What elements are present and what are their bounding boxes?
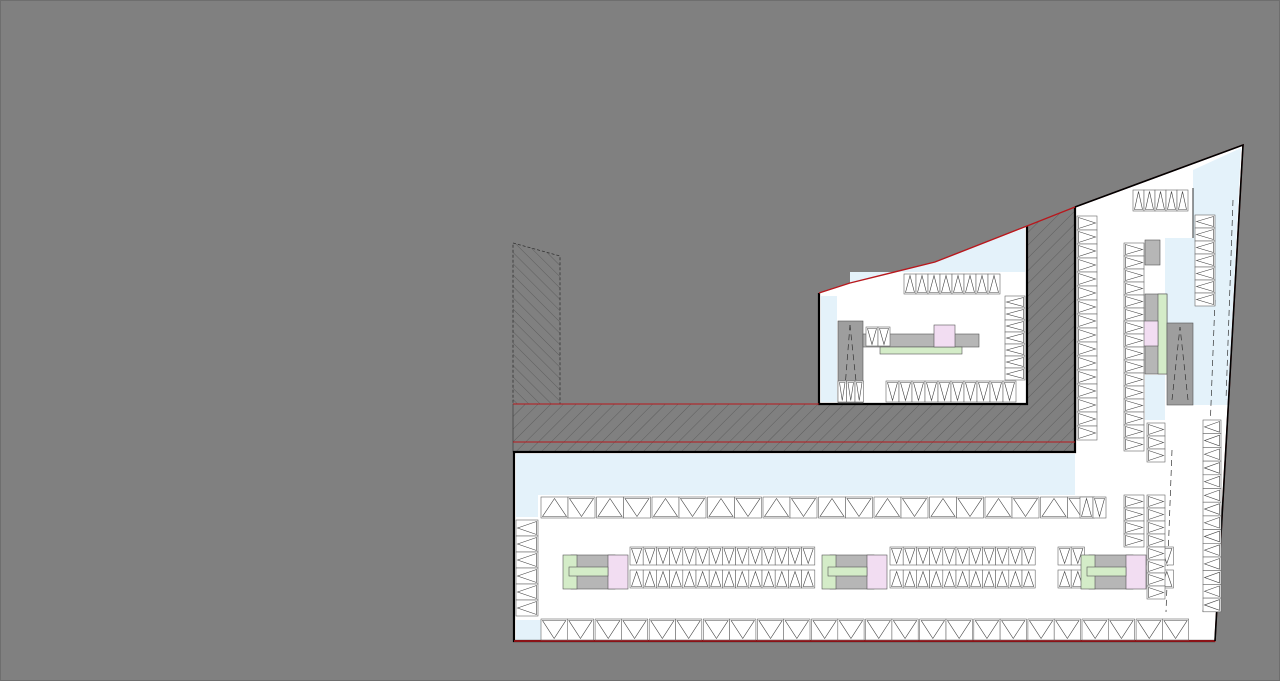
parking-stall [1081, 618, 1109, 641]
stall-row [1132, 189, 1189, 212]
stall-row [885, 380, 1017, 403]
east-shaft [1166, 322, 1194, 406]
parking-stall [973, 618, 1001, 641]
bay-core-pink [1125, 554, 1147, 590]
parking-stall [891, 618, 919, 641]
parking-stall [762, 496, 791, 519]
parking-stall [999, 618, 1027, 641]
stall-row [889, 546, 1036, 566]
stall-column [1146, 494, 1166, 600]
parking-stall [1040, 496, 1068, 519]
wing-core-pink [933, 324, 956, 348]
bay-core-stair [1086, 566, 1127, 577]
parking-stall [729, 618, 757, 641]
parking-stall [540, 496, 569, 519]
stall-column [1076, 215, 1098, 441]
bay-core-pink [607, 554, 629, 590]
parking-stall [818, 496, 846, 519]
parking-stall [873, 496, 902, 519]
stall-column [1202, 419, 1222, 613]
parking-stall [678, 496, 707, 519]
zone-nw-corner [516, 495, 538, 517]
stall-row [903, 273, 1001, 295]
parking-floor-plan [0, 0, 1280, 681]
parking-stall [596, 496, 624, 519]
stall-row [629, 546, 816, 566]
parking-stall [734, 496, 762, 519]
zone-core-blue [1145, 375, 1165, 420]
parking-stall [919, 618, 947, 641]
parking-stall [1011, 496, 1040, 519]
stall-column [1123, 242, 1145, 452]
stall-column [1004, 295, 1026, 381]
parking-stall [984, 496, 1013, 519]
stall-column [1123, 494, 1145, 548]
parking-stall [621, 618, 649, 641]
stall-row [1079, 496, 1107, 519]
parking-stall [1053, 618, 1081, 641]
stall-row [629, 569, 816, 589]
parking-stall [1135, 618, 1163, 641]
parking-stall [623, 496, 651, 519]
zone-north-strip [516, 454, 1075, 495]
parking-stall [540, 618, 568, 641]
parking-stall [845, 496, 873, 519]
parking-stall [594, 618, 622, 641]
parking-stall [675, 618, 703, 641]
hatched-adjacent-strip [512, 242, 561, 405]
bay-core-stair [827, 566, 868, 577]
parking-stall [789, 496, 818, 519]
parking-stall [648, 618, 676, 641]
bay-core-pink [866, 554, 888, 590]
east-core-green [1157, 293, 1168, 375]
parking-stall [865, 618, 893, 641]
parking-stall [811, 618, 839, 641]
parking-stall [566, 618, 594, 641]
parking-stall [945, 618, 973, 641]
stall-row [837, 380, 864, 403]
parking-stall [929, 496, 957, 519]
stall-row [1057, 546, 1085, 566]
zone-wing-left [821, 296, 837, 402]
bay-core-stair [568, 566, 609, 577]
parking-stall [1162, 618, 1190, 641]
parking-stall [1108, 618, 1135, 641]
parking-stall [956, 496, 984, 519]
parking-stall [567, 496, 596, 519]
stall-row [889, 569, 1036, 589]
zone-sw-corner [516, 620, 541, 640]
stall-row [865, 326, 891, 347]
parking-stall [651, 496, 680, 519]
parking-stall [707, 496, 735, 519]
stall-column [1146, 422, 1166, 463]
parking-stall [837, 618, 865, 641]
floor-plan-canvas [0, 0, 1280, 681]
wing-core-green [879, 346, 963, 355]
parking-stall [702, 618, 730, 641]
parking-stall [783, 618, 811, 641]
stall-column [515, 519, 539, 617]
stall-row [1057, 569, 1085, 589]
east-core-top [1144, 239, 1161, 266]
parking-stall [1027, 618, 1055, 641]
parking-stall [757, 618, 785, 641]
parking-stall [900, 496, 929, 519]
stall-column [1194, 214, 1216, 307]
